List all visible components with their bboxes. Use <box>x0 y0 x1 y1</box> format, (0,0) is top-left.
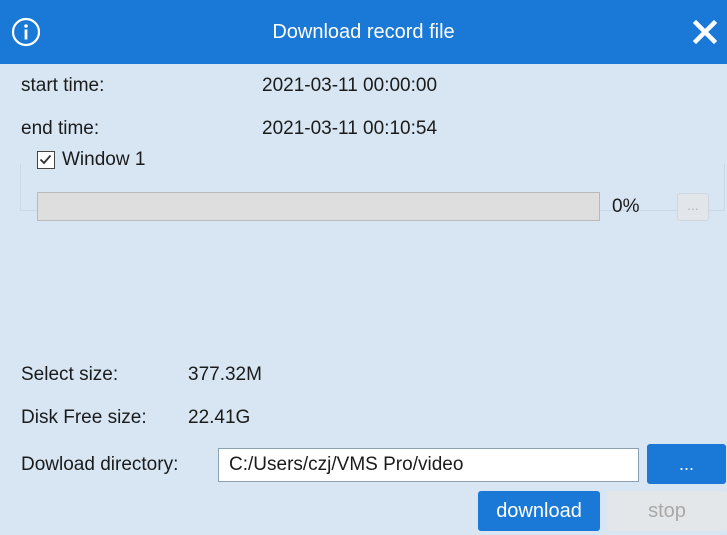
download-directory-input[interactable] <box>218 448 639 482</box>
start-time-label: start time: <box>21 75 105 96</box>
download-record-dialog: Download record file start time: 2021-03… <box>0 0 727 535</box>
end-time-label: end time: <box>21 118 100 139</box>
window-label: Window 1 <box>62 149 146 170</box>
window-more-button[interactable]: ... <box>677 193 709 221</box>
select-size-value: 377.32M <box>188 364 262 385</box>
progress-bar <box>37 192 600 221</box>
download-directory-label: Dowload directory: <box>21 454 179 475</box>
progress-percent: 0% <box>612 196 640 217</box>
download-button[interactable]: download <box>478 491 600 531</box>
title-bar: Download record file <box>0 0 727 64</box>
select-size-label: Select size: <box>21 364 119 385</box>
window-checkbox[interactable] <box>37 151 55 169</box>
close-icon[interactable] <box>689 16 721 48</box>
end-time-value: 2021-03-11 00:10:54 <box>262 118 438 139</box>
browse-directory-button[interactable]: ... <box>647 444 726 484</box>
disk-free-label: Disk Free size: <box>21 407 147 428</box>
disk-free-value: 22.41G <box>188 407 251 428</box>
stop-button[interactable]: stop <box>607 491 727 531</box>
dialog-title: Download record file <box>272 21 455 43</box>
checkmark-icon <box>39 154 52 165</box>
start-time-value: 2021-03-11 00:00:00 <box>262 75 438 96</box>
